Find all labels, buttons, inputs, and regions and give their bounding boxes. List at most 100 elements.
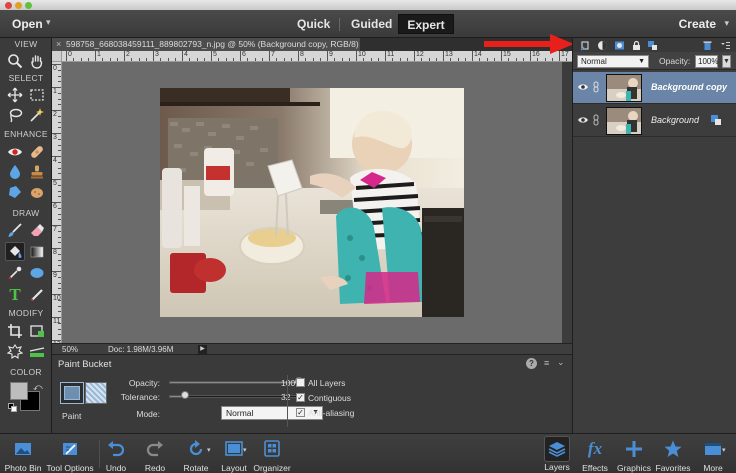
favorites-button[interactable]: Favorites [654,434,692,473]
redo-button[interactable]: Redo [141,434,169,473]
rotate-dropdown-icon[interactable]: ▾ [207,446,211,454]
vertical-scrollbar[interactable] [562,62,572,343]
minimize-window-button[interactable] [15,2,22,9]
sponge-tool[interactable] [5,182,25,201]
organizer-button[interactable]: Organizer [252,434,292,473]
panel-menu-icon[interactable] [719,39,731,51]
visibility-eye-icon[interactable] [577,82,589,92]
layer-opacity-input[interactable]: 100% [695,55,718,68]
gradient-tool[interactable] [27,242,47,261]
paint-bucket-tool[interactable] [5,242,25,261]
layer-mask-icon[interactable] [613,39,625,51]
undo-button[interactable]: Undo [102,434,130,473]
layers-button[interactable]: Layers [540,434,574,473]
create-button[interactable]: Create [679,17,716,31]
ruler-number: 7 [271,51,275,58]
contiguous-checkbox[interactable]: ✓ [296,393,305,402]
detail-smart-brush-tool[interactable] [27,182,47,201]
link-icon[interactable] [592,81,600,93]
crop-tool[interactable] [5,321,25,340]
ruler-tick [276,58,278,61]
document-tab[interactable]: × 598758_668038459111_889802793_n.jpg @ … [52,38,360,51]
blur-tool[interactable] [5,162,25,181]
layer-row[interactable]: Background [573,105,736,137]
mode-tab-guided[interactable]: Guided [337,14,406,34]
drop-icon [10,164,20,179]
layer-name[interactable]: Background [651,115,699,125]
recompose-tool[interactable] [27,321,47,340]
toolbox-section-draw: DRAW [12,208,40,218]
link-icon[interactable] [592,114,600,126]
eraser-tool[interactable] [27,220,47,239]
collapse-icon[interactable]: ⌄ [557,357,565,368]
anti-aliasing-label: Anti-aliasing [308,408,355,418]
opacity-slider[interactable] [169,381,299,384]
ruler-tick [58,81,61,83]
anti-aliasing-checkbox[interactable]: ✓ [296,408,305,417]
straighten-icon [29,346,45,357]
marquee-tool[interactable] [27,85,47,104]
toolbox-section-enhance: ENHANCE [4,129,48,139]
layer-name[interactable]: Background copy [651,82,727,92]
mode-tab-quick[interactable]: Quick [283,14,344,34]
type-tool[interactable]: T [5,285,25,304]
delete-layer-icon[interactable] [701,39,713,51]
magic-wand-tool[interactable] [27,105,47,124]
content-aware-move-tool[interactable] [5,342,25,361]
tool-options-button[interactable]: Tool Options [44,434,96,473]
graphics-button[interactable]: Graphics [614,434,654,473]
more-dropdown-icon[interactable]: ▾ [722,446,726,454]
hand-tool[interactable] [27,51,47,70]
clone-stamp-tool[interactable] [27,162,47,181]
close-window-button[interactable] [5,2,12,9]
lock-all-icon[interactable] [630,39,642,51]
all-layers-checkbox[interactable] [296,378,305,387]
paint-fill-option[interactable] [60,382,84,404]
ruler-tick [58,98,61,100]
ruler-tick [58,219,61,221]
eyedropper-tool[interactable] [5,263,25,282]
lock-transparency-icon[interactable] [646,39,658,51]
straighten-tool[interactable] [27,342,47,361]
shape-tool[interactable] [27,263,47,282]
visibility-eye-icon[interactable] [577,115,589,125]
ruler-tick [58,150,61,152]
layer-row[interactable]: Background copy [573,72,736,104]
swap-colors-icon[interactable]: ⤺ [33,382,43,393]
new-layer-icon[interactable] [579,39,591,51]
help-icon[interactable]: ? [526,358,537,369]
layout-dropdown-icon[interactable]: ▾ [243,446,247,454]
layer-opacity-dropdown-icon[interactable]: ▼ [722,55,731,68]
foreground-color-swatch[interactable] [10,382,28,400]
create-dropdown-icon[interactable]: ▾ [724,18,729,29]
spot-healing-tool[interactable] [27,142,47,161]
photo-bin-button[interactable]: Photo Bin [2,434,44,473]
effects-button[interactable]: fx Effects [578,434,612,473]
open-button[interactable]: Open [12,17,43,31]
pencil-tool[interactable] [27,285,47,304]
zoom-tool[interactable] [5,51,25,70]
document-image[interactable] [160,88,464,317]
blend-mode-select[interactable]: Normal ▼ [577,55,649,68]
ruler-number: 12 [416,51,424,58]
mode-tab-expert[interactable]: Expert [398,14,454,34]
ruler-tick [58,299,61,301]
fx-icon: fx [587,439,603,458]
lasso-tool[interactable] [5,105,25,124]
move-tool[interactable] [5,85,25,104]
default-colors-icon[interactable] [8,403,17,412]
brush-tool[interactable] [5,220,25,239]
tolerance-value[interactable]: 32 [281,392,290,402]
close-document-icon[interactable]: × [56,38,61,51]
ruler-tick [392,58,394,61]
open-dropdown-icon[interactable]: ▾ [46,17,51,28]
ruler-number: 7 [53,226,57,233]
red-eye-tool[interactable] [5,142,25,161]
status-menu-icon[interactable]: ▶ [198,345,207,354]
maximize-window-button[interactable] [25,2,32,9]
adjustment-layer-icon[interactable] [596,39,608,51]
ruler-tick [58,173,61,175]
paint-label: Paint [62,411,82,421]
ruler-tick [232,58,234,61]
options-menu-icon[interactable]: ≡ [544,358,549,368]
